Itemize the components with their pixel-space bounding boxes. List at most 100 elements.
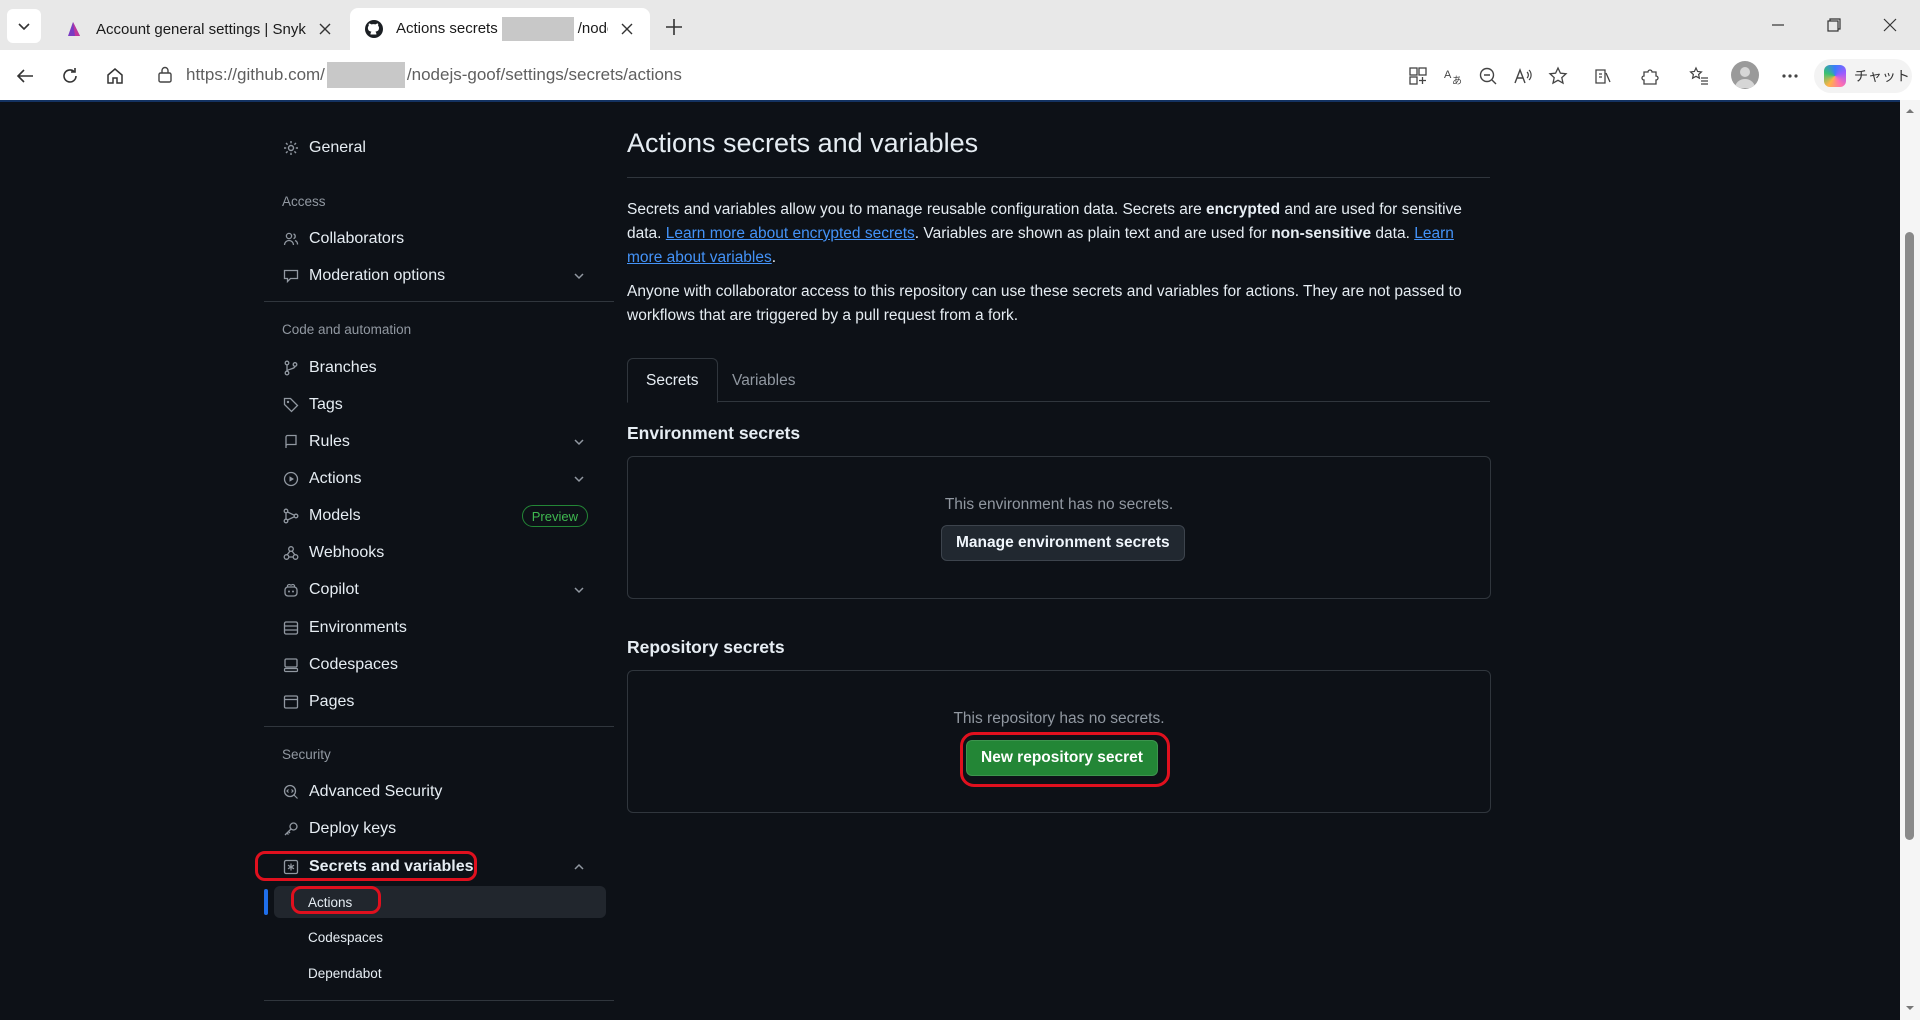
- scroll-thumb[interactable]: [1905, 232, 1914, 840]
- environment-empty-message: This environment has no secrets.: [944, 496, 1174, 513]
- sidebar-item-advanced-security[interactable]: Advanced Security: [258, 776, 606, 808]
- sidebar-label: Moderation options: [309, 267, 446, 284]
- sidebar-item-webhooks[interactable]: Webhooks: [258, 537, 606, 569]
- repository-empty-message: This repository has no secrets.: [953, 710, 1165, 727]
- star-icon: [1548, 66, 1568, 85]
- reload-button[interactable]: [54, 60, 86, 92]
- new-repository-secret-button[interactable]: New repository secret: [966, 740, 1158, 776]
- sidebar-divider: [264, 726, 614, 727]
- sidebar-item-models[interactable]: Models Preview: [258, 500, 606, 532]
- ai-model-icon: [282, 507, 300, 525]
- sidebar-item-moderation-options[interactable]: Moderation options: [258, 260, 606, 292]
- sidebar-label: Actions: [309, 470, 362, 487]
- new-tab-button[interactable]: [660, 13, 688, 41]
- repository-secrets-heading: Repository secrets: [627, 637, 785, 657]
- codescan-icon: [282, 783, 300, 801]
- sidebar-label: Collaborators: [309, 230, 405, 247]
- redacted-block: [326, 62, 405, 88]
- apps-icon: [1409, 67, 1427, 85]
- close-icon[interactable]: [618, 20, 636, 38]
- read-mode-button[interactable]: [1589, 62, 1617, 90]
- browser-tab-github[interactable]: Actions secrets/nodejs: [350, 8, 650, 50]
- close-icon: [1883, 18, 1897, 32]
- sidebar-label: Codespaces: [308, 929, 384, 945]
- scroll-up-icon[interactable]: [1905, 106, 1915, 116]
- sidebar-item-tags[interactable]: Tags: [258, 389, 606, 421]
- tab-actions-menu-button[interactable]: [7, 9, 41, 43]
- sidebar-item-deploy-keys[interactable]: Deploy keys: [258, 813, 606, 845]
- copilot-chat-button[interactable]: チャット: [1814, 59, 1912, 93]
- environment-secrets-box: This environment has no secrets. Manage …: [627, 456, 1491, 599]
- sidebar-subitem-dependabot[interactable]: Dependabot: [274, 957, 606, 989]
- restore-button[interactable]: [1814, 10, 1854, 40]
- settings-more-button[interactable]: [1776, 62, 1804, 90]
- sidebar-item-pages[interactable]: Pages: [258, 686, 606, 718]
- sidebar-label: Tags: [309, 396, 343, 413]
- gear-icon: [282, 139, 300, 157]
- play-icon: [282, 470, 300, 488]
- manage-environment-secrets-button[interactable]: Manage environment secrets: [941, 525, 1185, 561]
- translate-icon: Aあ: [1444, 69, 1462, 86]
- chevron-down-icon: [574, 439, 584, 446]
- learn-more-encrypted-secrets-link[interactable]: Learn more about encrypted secrets: [666, 225, 915, 242]
- tab-secrets[interactable]: Secrets: [627, 358, 718, 403]
- app-available-button[interactable]: [1404, 62, 1432, 90]
- page-title: Actions secrets and variables: [627, 128, 979, 158]
- sidebar-item-secrets-and-variables[interactable]: Secrets and variables: [258, 851, 606, 883]
- zoom-out-button[interactable]: [1474, 62, 1502, 90]
- site-info-icon[interactable]: [154, 64, 176, 86]
- git-branch-icon: [282, 359, 300, 377]
- sidebar-item-actions[interactable]: Actions: [258, 463, 606, 495]
- sidebar-label: Models: [309, 507, 361, 524]
- sidebar-label: Deploy keys: [309, 820, 397, 837]
- page-scrollbar[interactable]: [1900, 100, 1920, 1020]
- sidebar-item-general[interactable]: General: [258, 132, 606, 164]
- window-close-button[interactable]: [1870, 10, 1910, 40]
- chevron-up-icon: [574, 863, 584, 870]
- scroll-down-icon[interactable]: [1905, 1003, 1915, 1013]
- section-heading-access: Access: [282, 194, 326, 209]
- sidebar-item-rules[interactable]: Rules: [258, 426, 606, 458]
- browser-icon: [282, 693, 300, 711]
- favorites-button[interactable]: [1685, 62, 1713, 90]
- sidebar-item-copilot[interactable]: Copilot: [258, 574, 606, 606]
- svg-text:あ: あ: [1452, 75, 1462, 86]
- environment-secrets-heading: Environment secrets: [627, 423, 801, 443]
- read-aloud-button[interactable]: [1509, 62, 1537, 90]
- minimize-button[interactable]: [1758, 10, 1798, 40]
- home-button[interactable]: [99, 60, 131, 92]
- close-icon[interactable]: [316, 20, 334, 38]
- sidebar-item-branches[interactable]: Branches: [258, 352, 606, 384]
- selected-indicator: [264, 889, 268, 915]
- sidebar-label: Dependabot: [308, 965, 382, 981]
- person-icon: [1735, 67, 1755, 88]
- sidebar-label: Secrets and variables: [309, 858, 474, 875]
- codespaces-icon: [282, 656, 300, 674]
- tab-variables[interactable]: Variables: [714, 358, 813, 403]
- redacted-block: [501, 17, 574, 41]
- description-paragraph: Secrets and variables allow you to manag…: [627, 201, 1462, 266]
- address-bar[interactable]: https://github.com/ /nodejs-goof/setting…: [142, 57, 1412, 93]
- back-button[interactable]: [9, 60, 41, 92]
- sidebar-item-collaborators[interactable]: Collaborators: [258, 223, 606, 255]
- profile-avatar[interactable]: [1731, 61, 1759, 89]
- key-icon: [282, 820, 300, 838]
- home-icon: [107, 68, 123, 84]
- section-heading-security: Security: [282, 747, 331, 762]
- comment-discussion-icon: [282, 267, 300, 285]
- translate-button[interactable]: Aあ: [1439, 62, 1467, 90]
- secrets-variables-tabs: Secrets Variables: [627, 358, 1490, 403]
- sidebar-subitem-codespaces[interactable]: Codespaces: [274, 921, 606, 953]
- sidebar-item-codespaces[interactable]: Codespaces: [258, 649, 606, 681]
- collaborator-access-note: Anyone with collaborator access to this …: [627, 283, 1462, 324]
- favorite-button[interactable]: [1544, 62, 1572, 90]
- reload-icon: [63, 68, 77, 83]
- extensions-button[interactable]: [1636, 62, 1664, 90]
- sidebar-label: Advanced Security: [309, 783, 443, 800]
- sidebar-item-environments[interactable]: Environments: [258, 612, 606, 644]
- sidebar-label: Webhooks: [309, 544, 385, 561]
- browser-tab-snyk[interactable]: Account general settings | Snyk: [50, 8, 348, 50]
- sidebar-subitem-actions[interactable]: Actions: [274, 886, 606, 918]
- plus-icon: [666, 19, 682, 35]
- sidebar-divider: [264, 1000, 614, 1001]
